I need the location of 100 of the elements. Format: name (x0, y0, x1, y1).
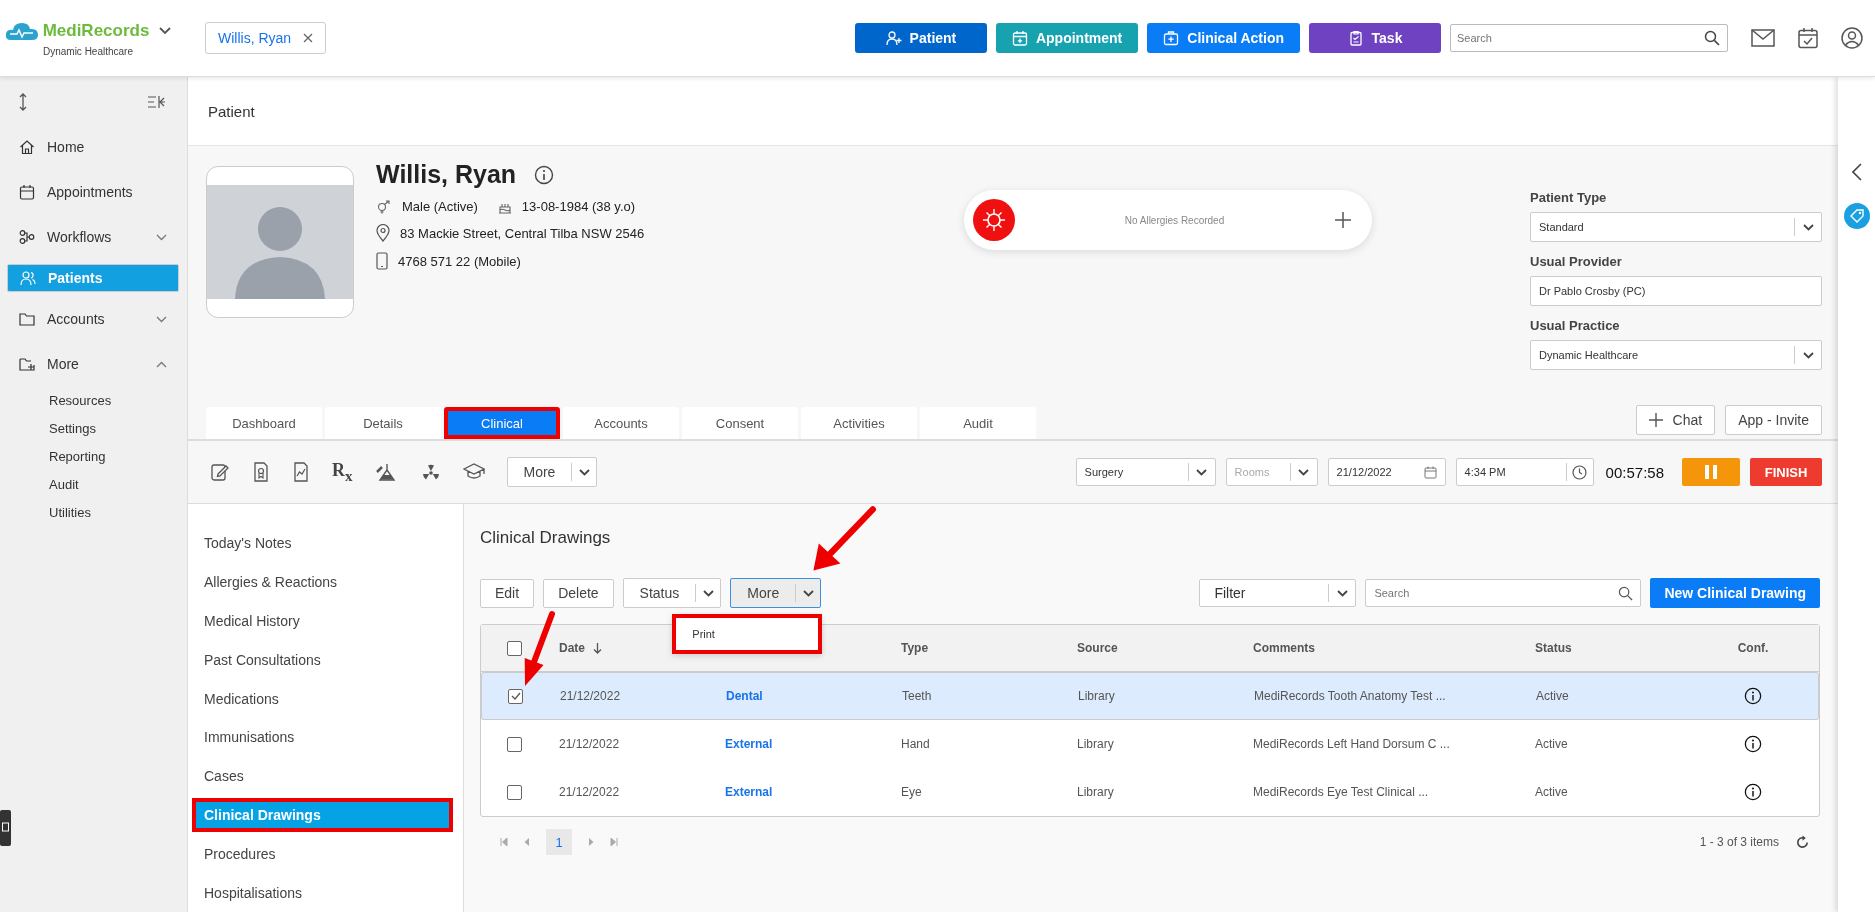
dropdown-field[interactable]: Standard (1530, 212, 1822, 242)
column-header[interactable]: Date (559, 641, 585, 655)
patient-dob: 13-08-1984 (38 y.o) (521, 199, 636, 214)
clinical-nav-item[interactable]: Medications (192, 681, 453, 716)
clinical-nav-item[interactable]: Past Consultations (192, 642, 453, 678)
radiation-icon[interactable] (420, 462, 441, 482)
row-checkbox[interactable] (507, 736, 522, 752)
tab[interactable]: Details (325, 407, 441, 439)
chevron-down-icon[interactable] (1802, 351, 1814, 359)
info-icon[interactable] (1744, 735, 1762, 753)
mail-icon[interactable] (1751, 29, 1775, 47)
column-header[interactable]: Comments (1253, 641, 1315, 655)
tab[interactable]: Consent (682, 407, 798, 439)
sidebar-item[interactable]: Workflows (7, 219, 179, 255)
chevron-left-icon[interactable] (1851, 163, 1862, 181)
action-button[interactable]: Task (1309, 23, 1441, 53)
more-dropdown-button[interactable]: More (506, 457, 598, 487)
open-patient-tab[interactable]: Willis, Ryan (205, 22, 327, 54)
expand-vertical-icon[interactable] (18, 93, 28, 111)
finish-button[interactable]: FINISH (1750, 458, 1822, 486)
dropdown-field[interactable]: Dynamic Healthcare (1530, 340, 1822, 370)
chevron-down-icon[interactable] (1336, 589, 1348, 597)
sidebar-item[interactable]: Home (7, 129, 179, 165)
sidebar-item[interactable]: More (7, 346, 179, 382)
sidebar-subitem[interactable]: Utilities (0, 499, 187, 527)
info-icon[interactable] (1744, 783, 1762, 801)
clinical-nav-item[interactable]: Allergies & Reactions (192, 564, 453, 600)
certificate-icon[interactable] (252, 462, 270, 482)
sidebar-item[interactable]: Accounts (7, 301, 179, 337)
sidebar-subitem[interactable]: Audit (0, 471, 187, 499)
graduation-cap-icon[interactable] (462, 463, 485, 481)
more-dropdown-button[interactable]: More (730, 578, 822, 608)
time-field[interactable]: 4:34 PM (1455, 458, 1594, 486)
chevron-down-icon[interactable] (702, 589, 714, 597)
info-icon[interactable] (534, 164, 555, 185)
chart-document-icon[interactable] (292, 462, 310, 482)
clinical-nav-item[interactable]: Medical History (192, 603, 453, 639)
tab[interactable]: Accounts (563, 407, 679, 439)
sidebar-subitem[interactable]: Reporting (0, 443, 187, 471)
category-link[interactable]: External (725, 737, 773, 751)
user-account-icon[interactable] (1841, 27, 1863, 49)
clinical-nav-item[interactable]: Today's Notes (192, 526, 453, 561)
sidebar-subitem[interactable]: Resources (0, 387, 187, 415)
chevron-down-icon[interactable] (578, 468, 590, 476)
new-drawing-button[interactable]: New Clinical Drawing (1650, 578, 1820, 608)
refresh-icon[interactable] (1795, 834, 1810, 850)
print-tab-icon[interactable] (0, 810, 11, 846)
column-header[interactable]: Type (901, 641, 929, 655)
filter-dropdown[interactable]: Filter (1199, 579, 1357, 607)
tab[interactable]: Audit (920, 407, 1036, 439)
select-all-checkbox[interactable] (507, 640, 522, 656)
sidebar-item[interactable]: Appointments (7, 174, 179, 210)
add-icon[interactable] (1334, 211, 1352, 229)
clinical-nav-item[interactable]: Procedures (192, 836, 453, 872)
calendar-icon[interactable] (1798, 27, 1818, 49)
clinical-nav-item[interactable]: Hospitalisations (192, 875, 453, 910)
location-dropdown[interactable]: Surgery (1075, 458, 1216, 486)
info-icon[interactable] (1744, 687, 1762, 705)
sort-down-icon[interactable] (593, 642, 602, 654)
chevron-down-icon[interactable] (1298, 468, 1310, 476)
edit-button[interactable]: Edit (480, 578, 535, 608)
chevron-down-icon[interactable] (1196, 468, 1208, 476)
chevron-down-icon[interactable] (159, 26, 172, 35)
category-link[interactable]: Dental (726, 689, 763, 703)
clock-icon[interactable] (1572, 464, 1588, 480)
tab[interactable]: Activities (801, 407, 917, 439)
action-button[interactable]: Patient (854, 23, 987, 53)
dropdown-menu-item[interactable]: Print (672, 614, 823, 654)
edit-note-icon[interactable] (210, 462, 230, 482)
patient-action-button[interactable]: App - Invite (1725, 405, 1822, 435)
date-field[interactable]: 21/12/2022 (1327, 458, 1446, 486)
chevron-up-icon[interactable] (156, 360, 167, 368)
chevron-down-icon[interactable] (802, 589, 814, 597)
column-header[interactable]: Status (1535, 641, 1572, 655)
page-number[interactable]: 1 (546, 829, 572, 855)
search-icon[interactable] (1704, 30, 1720, 46)
action-button[interactable]: Clinical Action (1147, 23, 1300, 53)
search-field[interactable]: Search (1365, 579, 1642, 607)
column-header[interactable]: Source (1077, 641, 1118, 655)
chevron-down-icon[interactable] (1802, 223, 1814, 231)
row-checkbox[interactable] (508, 688, 523, 704)
delete-button[interactable]: Delete (543, 578, 614, 608)
row-checkbox[interactable] (507, 784, 522, 800)
collapse-menu-icon[interactable] (147, 95, 165, 109)
clinical-nav-item[interactable]: Cases (192, 758, 453, 794)
column-header[interactable]: Conf. (1737, 641, 1769, 655)
search-icon[interactable] (1618, 585, 1634, 601)
search-field[interactable]: Search (1450, 24, 1728, 52)
text-field[interactable]: Dr Pablo Crosby (PC) (1530, 276, 1822, 306)
tab[interactable]: Clinical (444, 407, 560, 439)
clinical-nav-item[interactable]: Immunisations (192, 720, 453, 755)
category-link[interactable]: External (725, 785, 773, 799)
prescription-button[interactable]: R$_{x}$ (332, 459, 353, 485)
status-dropdown-button[interactable]: Status (622, 578, 722, 608)
tab[interactable]: Dashboard (206, 407, 322, 439)
tag-icon[interactable] (1843, 203, 1870, 229)
close-icon[interactable] (303, 33, 314, 43)
patient-address: 83 Mackie Street, Central Tilba NSW 2546 (400, 225, 645, 241)
sidebar-subitem[interactable]: Settings (0, 415, 187, 443)
patient-action-button[interactable]: Chat (1635, 405, 1716, 435)
